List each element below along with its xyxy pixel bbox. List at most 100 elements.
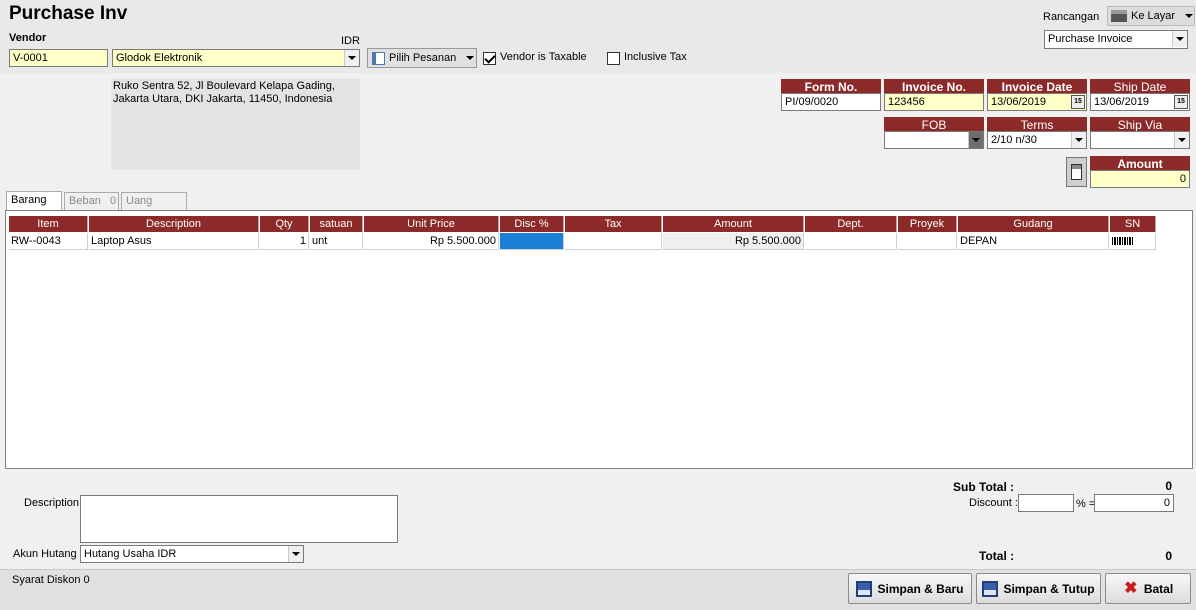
chevron-down-icon[interactable] xyxy=(344,50,359,66)
simpan-tutup-label: Simpan & Tutup xyxy=(1003,581,1095,596)
item-table[interactable]: Item Description Qty satuan Unit Price D… xyxy=(5,210,1193,469)
calculator-icon[interactable] xyxy=(1066,157,1087,187)
address-line-1: Ruko Sentra 52, Jl Boulevard Kelapa Gadi… xyxy=(113,80,335,92)
ship-date-value: 13/06/2019 xyxy=(1094,96,1150,108)
ke-layar-label: Ke Layar xyxy=(1131,10,1176,22)
chevron-down-icon[interactable] xyxy=(1071,132,1086,148)
cell-disc[interactable] xyxy=(500,233,564,250)
vendor-code-value: V-0001 xyxy=(13,52,48,64)
form-no-input[interactable]: PI/09/0020 xyxy=(781,93,881,111)
total-value: 0 xyxy=(1165,549,1172,563)
discount-amount-input[interactable]: 0 xyxy=(1094,494,1174,512)
akun-hutang-value: Hutang Usaha IDR xyxy=(84,548,177,560)
chevron-down-icon xyxy=(466,56,475,60)
printer-icon xyxy=(1111,10,1127,22)
barcode-icon[interactable] xyxy=(1112,237,1134,245)
tab-beban[interactable]: Beban 0 xyxy=(64,192,119,210)
chevron-down-icon xyxy=(1185,14,1194,18)
currency-label: IDR xyxy=(341,35,360,47)
rancangan-label: Rancangan xyxy=(1043,11,1100,23)
batal-button[interactable]: ✖ Batal xyxy=(1105,573,1191,604)
save-icon xyxy=(982,580,999,597)
vendor-label: Vendor xyxy=(9,32,47,44)
akun-hutang-select[interactable]: Hutang Usaha IDR xyxy=(80,545,304,563)
batal-label: Batal xyxy=(1143,581,1174,596)
form-no-value: PI/09/0020 xyxy=(785,96,839,108)
vendor-taxable-checkbox[interactable] xyxy=(483,52,496,65)
column-header-unit-price[interactable]: Unit Price xyxy=(364,216,499,232)
column-header-sn[interactable]: SN xyxy=(1110,216,1156,232)
vendor-name-value: Glodok Elektronik xyxy=(116,52,203,64)
vendor-code-input[interactable]: V-0001 xyxy=(9,49,108,67)
chevron-down-icon[interactable] xyxy=(1174,132,1189,148)
column-header-gudang[interactable]: Gudang xyxy=(958,216,1109,232)
column-header-item[interactable]: Item xyxy=(9,216,88,232)
tab-uang-muka[interactable]: Uang Muka xyxy=(121,192,187,223)
cell-proyek[interactable] xyxy=(898,233,957,250)
column-header-description[interactable]: Description xyxy=(89,216,259,232)
simpan-baru-label: Simpan & Baru xyxy=(877,581,964,596)
calendar-icon[interactable]: 15 xyxy=(1174,95,1188,109)
calculator-glyph xyxy=(1071,164,1082,180)
discount-amount-value: 0 xyxy=(1163,497,1170,509)
ke-layar-button[interactable]: Ke Layar xyxy=(1107,6,1195,26)
chevron-down-icon[interactable] xyxy=(288,546,303,562)
cell-amount: Rp 5.500.000 xyxy=(663,233,804,250)
template-select[interactable]: Purchase Invoice xyxy=(1044,30,1188,49)
cell-tax[interactable] xyxy=(565,233,662,250)
invoice-date-input[interactable]: 13/06/2019 15 xyxy=(987,93,1087,111)
address-line-2: Jakarta Utara, DKI Jakarta, 11450, Indon… xyxy=(113,93,333,105)
invoice-no-value: 123456 xyxy=(888,96,925,108)
ship-date-input[interactable]: 13/06/2019 15 xyxy=(1090,93,1190,111)
list-icon xyxy=(372,51,385,65)
pilih-pesanan-button[interactable]: Pilih Pesanan xyxy=(367,48,477,68)
simpan-tutup-button[interactable]: Simpan & Tutup xyxy=(976,573,1101,604)
column-header-qty[interactable]: Qty xyxy=(260,216,309,232)
cell-dept[interactable] xyxy=(805,233,897,250)
discount-label: Discount : xyxy=(969,497,1018,509)
akun-hutang-label: Akun Hutang xyxy=(13,548,77,560)
syarat-diskon-label: Syarat Diskon 0 xyxy=(12,574,90,586)
total-label: Total : xyxy=(979,549,1015,563)
vendor-taxable-label: Vendor is Taxable xyxy=(500,51,587,63)
calendar-icon[interactable]: 15 xyxy=(1071,95,1085,109)
amount-input[interactable]: 0 xyxy=(1090,170,1190,188)
inclusive-tax-checkbox[interactable] xyxy=(607,52,620,65)
terms-select[interactable]: 2/10 n/30 xyxy=(987,131,1087,149)
column-header-proyek[interactable]: Proyek xyxy=(898,216,957,232)
tab-barang[interactable]: Barang I0 xyxy=(6,191,62,222)
chevron-down-icon[interactable] xyxy=(1172,31,1187,47)
column-header-dept[interactable]: Dept. xyxy=(805,216,897,232)
page-title: Purchase Inv xyxy=(9,3,128,24)
cell-sn[interactable] xyxy=(1110,233,1156,250)
vendor-address: Ruko Sentra 52, Jl Boulevard Kelapa Gadi… xyxy=(111,79,360,170)
inclusive-tax-label: Inclusive Tax xyxy=(624,51,687,63)
cell-description[interactable]: Laptop Asus xyxy=(89,233,259,250)
column-header-amount[interactable]: Amount xyxy=(663,216,804,232)
sub-total-value: 0 xyxy=(1165,479,1172,493)
cancel-icon: ✖ xyxy=(1124,579,1138,597)
cell-gudang[interactable]: DEPAN xyxy=(958,233,1109,250)
cell-qty[interactable]: 1 xyxy=(260,233,309,250)
description-label: Description xyxy=(24,497,80,509)
discount-percent-input[interactable] xyxy=(1018,494,1074,512)
percent-equals-label: % = xyxy=(1076,498,1096,510)
ship-via-select[interactable] xyxy=(1090,131,1190,149)
column-header-tax[interactable]: Tax xyxy=(565,216,662,232)
invoice-no-input[interactable]: 123456 xyxy=(884,93,984,111)
chevron-down-icon[interactable] xyxy=(968,132,983,148)
invoice-date-value: 13/06/2019 xyxy=(991,96,1047,108)
cell-unit-price[interactable]: Rp 5.500.000 xyxy=(364,233,499,250)
save-new-icon xyxy=(856,580,873,597)
fob-select[interactable] xyxy=(884,131,984,149)
template-value: Purchase Invoice xyxy=(1048,33,1133,45)
column-header-satuan[interactable]: satuan xyxy=(310,216,363,232)
simpan-baru-button[interactable]: Simpan & Baru xyxy=(848,573,972,604)
vendor-name-select[interactable]: Glodok Elektronik xyxy=(112,49,360,67)
description-textarea[interactable] xyxy=(80,495,398,543)
cell-satuan[interactable]: unt xyxy=(310,233,363,250)
amount-value: 0 xyxy=(1179,173,1186,185)
cell-item[interactable]: RW--0043 xyxy=(9,233,88,250)
column-header-disc[interactable]: Disc % xyxy=(500,216,564,232)
terms-value: 2/10 n/30 xyxy=(991,134,1037,146)
